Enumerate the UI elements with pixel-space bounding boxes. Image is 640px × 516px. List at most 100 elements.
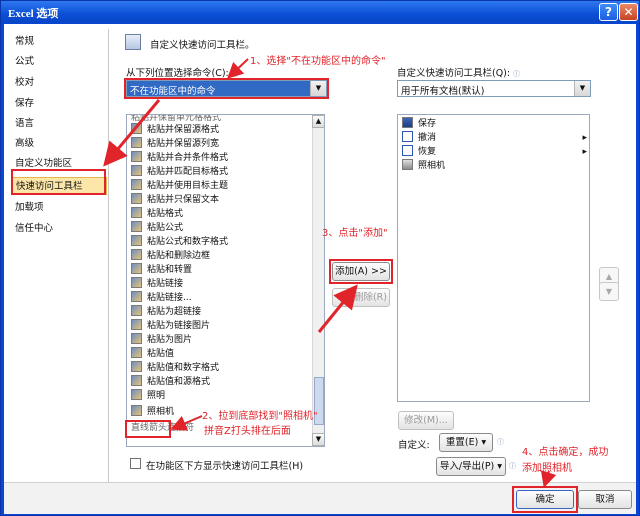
annotation-step2-line2: 拼音Z打头排在后面: [204, 426, 291, 437]
show-below-ribbon-checkbox[interactable]: [130, 458, 141, 469]
list-item[interactable]: 粘贴格式: [131, 207, 183, 221]
highlight-ok-button: [512, 486, 578, 513]
list-item[interactable]: 粘贴和删除边框: [131, 249, 210, 263]
nav-item-language[interactable]: 语言: [11, 115, 107, 133]
nav-item-general[interactable]: 常规: [11, 33, 107, 51]
list-item[interactable]: 粘贴并使用目标主题: [131, 179, 228, 193]
chevron-down-icon: ▼: [574, 81, 590, 96]
import-export-button[interactable]: 导入/导出(P) ▾: [436, 457, 506, 476]
customize-toolbar-dropdown[interactable]: 用于所有文档(默认) ▼: [397, 80, 591, 97]
list-item-redo[interactable]: 恢复 ▸: [402, 145, 587, 159]
paste-icon: [131, 319, 142, 330]
reset-info-icon: ⓘ: [497, 438, 504, 446]
paste-icon: [131, 375, 142, 386]
list-item[interactable]: 粘贴链接...: [131, 291, 192, 305]
nav-item-advanced[interactable]: 高级: [11, 135, 107, 153]
highlight-add-button: [329, 259, 393, 284]
paste-icon: [131, 235, 142, 246]
list-item[interactable]: 粘贴公式: [131, 221, 183, 235]
annotation-step4-line2: 添加照相机: [522, 463, 572, 474]
list-item[interactable]: 粘贴值: [131, 347, 174, 361]
window-title: Excel 选项: [8, 8, 59, 20]
redo-icon: [402, 145, 413, 156]
nav-item-trust-center[interactable]: 信任中心: [11, 220, 107, 238]
annotation-step1: 1、选择"不在功能区中的命令": [250, 56, 386, 67]
help-button[interactable]: ?: [599, 3, 618, 21]
highlight-camera-item: [125, 420, 171, 438]
options-nav: 常规 公式 校对 保存 语言 高级 自定义功能区 快速访问工具栏 加载项 信任中…: [11, 29, 107, 512]
list-item[interactable]: 粘贴公式和数字格式: [131, 235, 228, 249]
paste-icon: [131, 165, 142, 176]
list-item[interactable]: 粘贴值和数字格式: [131, 361, 219, 375]
commands-scrollbar[interactable]: ▲ ▼: [312, 115, 324, 446]
list-item-camera[interactable]: 照相机: [402, 159, 587, 173]
list-item[interactable]: 粘贴并匹配目标格式: [131, 165, 228, 179]
annotation-step2-line1: 2、拉到底部找到"照相机": [202, 411, 318, 422]
list-item[interactable]: 粘贴并保留源列宽: [131, 137, 219, 151]
paste-icon: [131, 151, 142, 162]
scroll-down-arrow-icon[interactable]: ▼: [312, 433, 324, 446]
move-down-button[interactable]: ▼: [599, 282, 619, 301]
submenu-arrow-icon: ▸: [582, 147, 587, 157]
list-item[interactable]: 粘贴为图片: [131, 333, 192, 347]
excel-options-window: Excel 选项 ? ✕ 常规 公式 校对 保存 语言 高级 自定义功能区 快速…: [0, 0, 640, 516]
paste-icon: [131, 291, 142, 302]
list-item[interactable]: 粘贴并合并条件格式: [131, 151, 228, 165]
nav-item-formulas[interactable]: 公式: [11, 53, 107, 71]
highlight-nav-quick-access: [11, 169, 106, 195]
save-icon: [402, 117, 413, 128]
paste-icon: [131, 137, 142, 148]
nav-divider: [108, 29, 109, 484]
title-bar[interactable]: Excel 选项 ? ✕: [1, 1, 639, 23]
highlight-choose-dropdown: [124, 78, 329, 99]
paste-icon: [131, 123, 142, 134]
paste-icon: [131, 179, 142, 190]
close-button[interactable]: ✕: [619, 3, 638, 21]
list-item[interactable]: 粘贴为超链接: [131, 305, 201, 319]
scroll-up-arrow-icon[interactable]: ▲: [312, 115, 324, 128]
paste-icon: [131, 207, 142, 218]
quick-access-header-icon: [125, 34, 141, 50]
light-icon: [131, 389, 142, 400]
nav-item-add-ins[interactable]: 加载项: [11, 199, 107, 217]
paste-icon: [131, 305, 142, 316]
reset-button[interactable]: 重置(E) ▾: [439, 433, 493, 452]
list-item[interactable]: 粘贴并只保留文本: [131, 193, 219, 207]
cancel-button[interactable]: 取消: [578, 490, 632, 509]
info-icon: ⓘ: [513, 70, 521, 78]
import-export-info-icon: ⓘ: [509, 462, 516, 470]
annotation-step4-line1: 4、点击确定，成功: [522, 447, 609, 458]
paste-icon: [131, 347, 142, 358]
list-item[interactable]: 粘贴值和源格式: [131, 375, 210, 389]
list-item[interactable]: 粘贴链接: [131, 277, 183, 291]
list-item[interactable]: 粘贴为链接图片: [131, 319, 210, 333]
list-item[interactable]: 粘贴和转置: [131, 263, 192, 277]
paste-icon: [131, 221, 142, 232]
toolbar-commands-list[interactable]: 保存 撤消 ▸ 恢复 ▸ 照相机: [397, 114, 590, 402]
paste-icon: [131, 249, 142, 260]
paste-icon: [131, 193, 142, 204]
customize-label: 自定义:: [398, 440, 430, 451]
submenu-arrow-icon: ▸: [582, 133, 587, 143]
annotation-step3: 3、点击"添加": [322, 228, 388, 239]
list-item-undo[interactable]: 撤消 ▸: [402, 131, 587, 145]
nav-item-save[interactable]: 保存: [11, 95, 107, 113]
list-item-camera[interactable]: 照相机: [131, 405, 174, 419]
modify-button[interactable]: 修改(M)...: [398, 411, 454, 430]
dialog-body: 常规 公式 校对 保存 语言 高级 自定义功能区 快速访问工具栏 加载项 信任中…: [4, 24, 636, 514]
list-item[interactable]: 照明: [131, 389, 165, 403]
camera-icon: [131, 405, 142, 416]
nav-item-proofing[interactable]: 校对: [11, 74, 107, 92]
paste-icon: [131, 361, 142, 372]
undo-icon: [402, 131, 413, 142]
paste-icon: [131, 333, 142, 344]
available-commands-list[interactable]: 粘贴并保留单元格格式 粘贴并保留源格式 粘贴并保留源列宽 粘贴并合并条件格式 粘…: [126, 114, 325, 447]
customize-toolbar-label: 自定义快速访问工具栏(Q): ⓘ: [397, 68, 521, 79]
choose-commands-label: 从下列位置选择命令(C): ⓘ: [126, 68, 239, 79]
list-item[interactable]: 粘贴并保留源格式: [131, 123, 219, 137]
remove-button[interactable]: << 删除(R): [332, 288, 390, 307]
paste-icon: [131, 277, 142, 288]
list-item-save[interactable]: 保存: [402, 117, 587, 131]
paste-icon: [131, 263, 142, 274]
info-icon: ⓘ: [231, 70, 239, 78]
